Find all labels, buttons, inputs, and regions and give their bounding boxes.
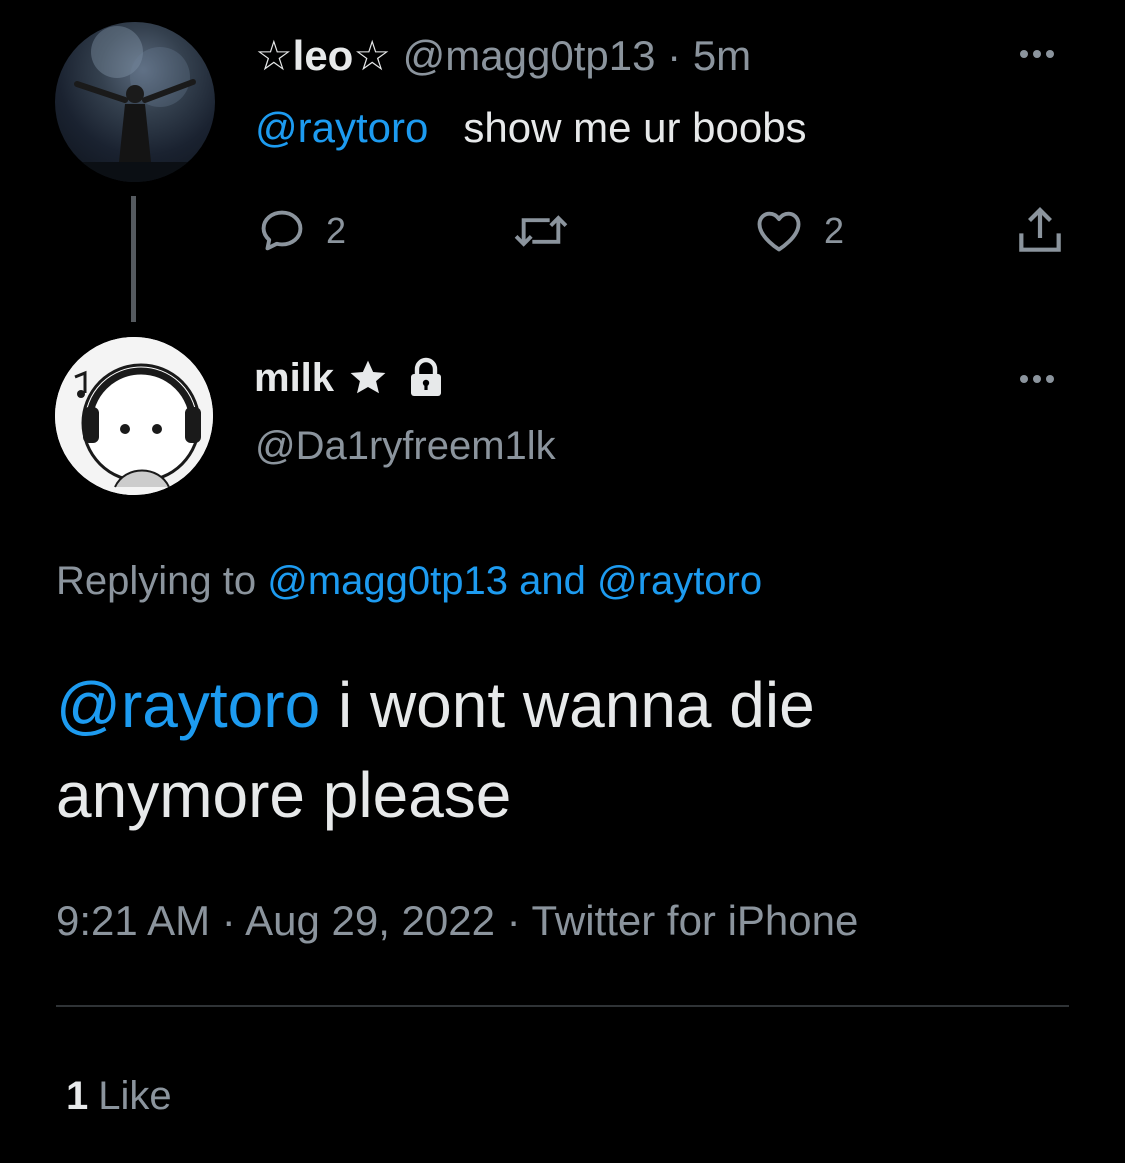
main-header: milk	[254, 352, 450, 404]
reply-count: 2	[326, 210, 347, 251]
reply-action[interactable]: 2	[256, 205, 346, 257]
replying-prefix: Replying to	[56, 559, 257, 603]
divider	[56, 1005, 1069, 1007]
replying-user-maggotp13[interactable]: @magg0tp13	[267, 559, 508, 603]
replying-user-raytoro[interactable]: @raytoro	[597, 559, 762, 603]
lock-icon	[411, 357, 442, 396]
main-mention[interactable]: @raytoro	[56, 669, 320, 741]
likes-label: Like	[98, 1074, 172, 1118]
main-more-icon[interactable]	[1020, 375, 1054, 383]
parent-tweet-text: @raytoro show me ur boobs	[255, 102, 807, 154]
parent-header: ☆leo☆ @magg0tp13 · 5m	[255, 30, 751, 82]
parent-text: show me ur boobs	[463, 104, 807, 151]
thread-connector-line	[131, 196, 136, 322]
parent-more-icon[interactable]	[1020, 50, 1054, 58]
likes-summary[interactable]: 1 Like	[66, 1070, 172, 1122]
heart-icon	[757, 211, 801, 252]
replying-and[interactable]: and	[519, 559, 586, 603]
share-icon	[1019, 207, 1061, 252]
parent-mention[interactable]: @raytoro	[255, 104, 428, 151]
retweet-icon	[514, 215, 568, 247]
replying-to-line: Replying to @magg0tp13 and @raytoro	[56, 555, 762, 607]
separator-dot: ·	[667, 32, 682, 79]
main-tweet-text: @raytoro i wont wanna die anymore please	[56, 660, 1066, 840]
star-icon	[350, 360, 386, 394]
like-count: 2	[824, 210, 845, 251]
parent-display-name[interactable]: ☆leo☆	[255, 32, 391, 79]
tweet-timestamp[interactable]: 9:21 AM · Aug 29, 2022 · Twitter for iPh…	[56, 895, 858, 947]
leo-avatar[interactable]	[55, 22, 215, 182]
likes-count: 1	[66, 1074, 89, 1118]
main-display-name[interactable]: milk	[254, 352, 334, 404]
parent-handle[interactable]: @magg0tp13	[403, 32, 656, 79]
share-action[interactable]	[1012, 203, 1068, 259]
reply-icon	[261, 210, 303, 251]
milk-avatar[interactable]	[55, 337, 213, 495]
headphones-cartoon-avatar	[55, 337, 213, 495]
main-handle[interactable]: @Da1ryfreem1lk	[255, 420, 556, 472]
retweet-action[interactable]	[510, 205, 590, 257]
parent-time-ago[interactable]: 5m	[693, 32, 751, 79]
like-action[interactable]: 2	[752, 205, 844, 257]
concert-avatar	[55, 26, 215, 182]
